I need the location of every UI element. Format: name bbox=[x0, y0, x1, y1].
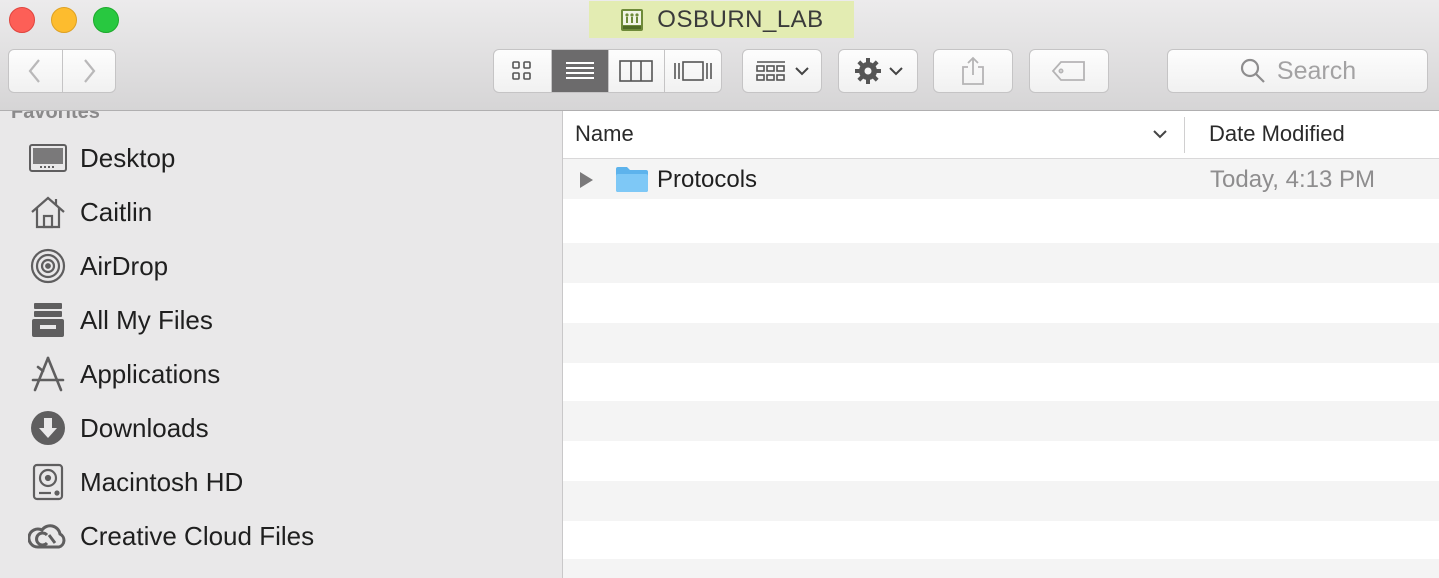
list-view-button[interactable] bbox=[550, 50, 608, 92]
chevron-right-icon bbox=[83, 59, 96, 83]
arrange-icon bbox=[756, 61, 785, 81]
sidebar-item-caitlin[interactable]: Caitlin bbox=[28, 190, 152, 234]
folder-icon bbox=[616, 167, 648, 192]
sidebar-item-all-my-files[interactable]: All My Files bbox=[28, 298, 213, 342]
cover-flow-icon bbox=[674, 61, 712, 81]
column-header-name[interactable]: Name bbox=[575, 121, 634, 147]
back-forward-group bbox=[8, 49, 116, 93]
sidebar-item-airdrop[interactable]: AirDrop bbox=[28, 244, 168, 288]
disclosure-triangle-icon[interactable] bbox=[578, 171, 594, 189]
applications-icon bbox=[31, 356, 65, 392]
sidebar-heading-favorites: Favorites bbox=[11, 111, 100, 123]
sidebar-item-label: AirDrop bbox=[80, 250, 169, 281]
airdrop-icon bbox=[30, 248, 66, 284]
tag-icon bbox=[1051, 61, 1085, 81]
grid-icon bbox=[512, 61, 532, 80]
sidebar-item-desktop[interactable]: Desktop bbox=[28, 136, 175, 180]
empty-row bbox=[563, 323, 1439, 363]
sidebar: Favorites Desktop Caitlin AirDrop All My… bbox=[0, 111, 563, 578]
icon-view-button[interactable] bbox=[494, 50, 551, 92]
chevron-left-icon bbox=[28, 59, 41, 83]
empty-row bbox=[563, 283, 1439, 323]
chevron-down-icon bbox=[889, 67, 903, 76]
downloads-icon bbox=[31, 411, 65, 445]
empty-row bbox=[563, 203, 1439, 243]
hard-drive-icon bbox=[32, 463, 64, 501]
chevron-down-icon bbox=[795, 67, 809, 76]
network-server-icon bbox=[621, 8, 644, 31]
sidebar-item-label: All My Files bbox=[80, 304, 213, 335]
empty-row bbox=[563, 521, 1439, 561]
home-icon bbox=[31, 196, 65, 229]
column-header-date-modified[interactable]: Date Modified bbox=[1209, 121, 1345, 147]
desktop-icon bbox=[29, 144, 67, 172]
sidebar-item-applications[interactable]: Applications bbox=[28, 352, 220, 396]
empty-row bbox=[563, 481, 1439, 521]
empty-row bbox=[563, 559, 1439, 578]
search-field[interactable]: Search bbox=[1167, 49, 1428, 93]
cover-flow-view-button[interactable] bbox=[664, 50, 721, 92]
sidebar-item-label: Applications bbox=[80, 358, 221, 389]
all-files-icon bbox=[32, 303, 64, 337]
share-icon bbox=[962, 56, 984, 85]
zoom-window-button[interactable] bbox=[93, 7, 119, 33]
table-row[interactable]: Protocols Today, 4:13 PM bbox=[563, 159, 1439, 199]
arrange-button[interactable] bbox=[742, 49, 822, 93]
column-divider[interactable] bbox=[1184, 117, 1185, 153]
sidebar-item-label: Macintosh HD bbox=[80, 466, 244, 497]
columns-icon bbox=[619, 60, 654, 82]
list-header: Name Date Modified bbox=[563, 111, 1439, 159]
forward-button[interactable] bbox=[61, 50, 116, 92]
file-name: Protocols bbox=[657, 166, 758, 193]
sidebar-item-label: Caitlin bbox=[80, 196, 153, 227]
empty-row bbox=[563, 441, 1439, 481]
sidebar-item-downloads[interactable]: Downloads bbox=[28, 406, 209, 450]
share-button[interactable] bbox=[933, 49, 1013, 93]
window-title: OSBURN_LAB bbox=[589, 1, 854, 38]
sidebar-item-label: Creative Cloud Files bbox=[80, 520, 315, 551]
action-button[interactable] bbox=[838, 49, 918, 93]
creative-cloud-icon bbox=[28, 524, 66, 549]
close-window-button[interactable] bbox=[9, 7, 35, 33]
file-date-modified: Today, 4:13 PM bbox=[1210, 166, 1375, 193]
window-toolbar: OSBURN_LAB Search bbox=[0, 0, 1439, 111]
search-placeholder: Search bbox=[1276, 56, 1357, 85]
sidebar-item-label: Desktop bbox=[80, 142, 176, 173]
search-icon bbox=[1240, 58, 1265, 83]
empty-row bbox=[563, 243, 1439, 283]
sidebar-item-creative-cloud-files[interactable]: Creative Cloud Files bbox=[28, 514, 314, 558]
view-mode-group bbox=[493, 49, 722, 93]
file-list: Name Date Modified Protocols Today, 4:13… bbox=[563, 111, 1439, 578]
back-button[interactable] bbox=[9, 50, 62, 92]
column-view-button[interactable] bbox=[607, 50, 665, 92]
sidebar-item-macintosh-hd[interactable]: Macintosh HD bbox=[28, 460, 243, 504]
tags-button[interactable] bbox=[1029, 49, 1109, 93]
empty-row bbox=[563, 363, 1439, 403]
list-icon bbox=[565, 62, 594, 79]
empty-row bbox=[563, 401, 1439, 441]
sidebar-item-label: Downloads bbox=[80, 412, 209, 443]
window-title-text: OSBURN_LAB bbox=[657, 5, 824, 33]
chevron-down-icon[interactable] bbox=[1151, 123, 1169, 145]
gear-icon bbox=[855, 58, 881, 84]
minimize-window-button[interactable] bbox=[51, 7, 77, 33]
